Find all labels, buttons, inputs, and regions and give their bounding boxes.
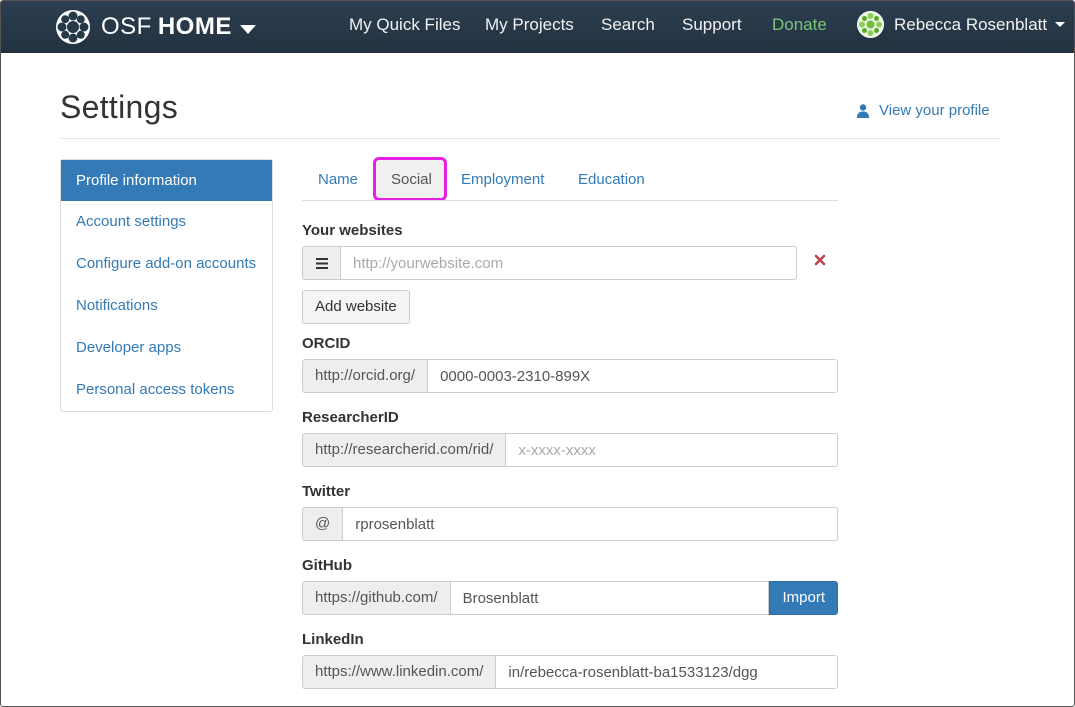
osf-home-menu[interactable]: OSF HOME xyxy=(55,10,256,44)
researcherid-prefix: http://researcherid.com/rid/ xyxy=(302,433,506,467)
linkedin-input-group: https://www.linkedin.com/ xyxy=(302,655,838,689)
view-profile-label: View your profile xyxy=(879,102,990,119)
brand-osf-text: OSF xyxy=(101,13,152,40)
sidebar-item-developer-apps[interactable]: Developer apps xyxy=(61,327,272,369)
user-menu[interactable]: Rebecca Rosenblatt xyxy=(857,11,1066,38)
twitter-prefix: @ xyxy=(302,507,343,541)
nav-search[interactable]: Search xyxy=(601,15,655,35)
website-input-group xyxy=(302,246,797,280)
sidebar-item-personal-access-tokens[interactable]: Personal access tokens xyxy=(61,369,272,411)
github-input[interactable] xyxy=(449,581,770,615)
remove-website-icon[interactable] xyxy=(813,253,827,267)
linkedin-label: LinkedIn xyxy=(302,631,364,648)
nav-support[interactable]: Support xyxy=(682,15,742,35)
sidebar-item-notifications[interactable]: Notifications xyxy=(61,285,272,327)
twitter-label: Twitter xyxy=(302,483,351,500)
hamburger-icon xyxy=(315,257,328,269)
orcid-prefix: http://orcid.org/ xyxy=(302,359,428,393)
github-import-button[interactable]: Import xyxy=(769,581,838,615)
view-profile-link[interactable]: View your profile xyxy=(857,102,990,119)
top-navbar: OSF HOME My Quick Files My Projects Sear… xyxy=(1,1,1074,53)
sidebar-item-configure-add-on-accounts[interactable]: Configure add-on accounts xyxy=(61,243,272,285)
profile-tabs: Name Social Employment Education xyxy=(302,159,838,201)
page-title: Settings xyxy=(60,89,179,125)
settings-sidebar: Profile information Account settings Con… xyxy=(60,159,273,412)
tab-employment[interactable]: Employment xyxy=(445,159,560,201)
website-input[interactable] xyxy=(340,246,797,280)
orcid-label: ORCID xyxy=(302,335,351,352)
github-input-group: https://github.com/ Import xyxy=(302,581,838,615)
orcid-input[interactable] xyxy=(427,359,838,393)
tab-name[interactable]: Name xyxy=(302,159,374,201)
linkedin-input[interactable] xyxy=(495,655,838,689)
linkedin-prefix: https://www.linkedin.com/ xyxy=(302,655,496,689)
osf-logo-icon xyxy=(56,10,90,44)
github-prefix: https://github.com/ xyxy=(302,581,450,615)
researcherid-input[interactable] xyxy=(505,433,838,467)
user-avatar-icon xyxy=(857,11,884,38)
user-icon xyxy=(857,103,869,118)
caret-down-icon xyxy=(1055,22,1066,27)
orcid-input-group: http://orcid.org/ xyxy=(302,359,838,393)
add-website-button[interactable]: Add website xyxy=(302,290,410,324)
twitter-input-group: @ xyxy=(302,507,838,541)
caret-down-icon xyxy=(239,24,256,34)
user-name: Rebecca Rosenblatt xyxy=(894,14,1048,34)
brand-home-text: HOME xyxy=(157,13,232,40)
header-divider xyxy=(60,138,1000,139)
nav-my-quick-files[interactable]: My Quick Files xyxy=(349,15,460,35)
browser-frame: OSF HOME My Quick Files My Projects Sear… xyxy=(0,0,1075,707)
sidebar-item-account-settings[interactable]: Account settings xyxy=(61,201,272,243)
tab-education[interactable]: Education xyxy=(562,159,661,201)
nav-donate[interactable]: Donate xyxy=(772,15,827,35)
researcherid-label: ResearcherID xyxy=(302,409,399,426)
tab-social[interactable]: Social xyxy=(375,159,448,201)
avatar xyxy=(857,11,884,38)
websites-label: Your websites xyxy=(302,222,403,239)
nav-my-projects[interactable]: My Projects xyxy=(485,15,574,35)
researcherid-input-group: http://researcherid.com/rid/ xyxy=(302,433,838,467)
drag-handle[interactable] xyxy=(302,246,340,280)
sidebar-item-profile-information[interactable]: Profile information xyxy=(61,160,272,201)
github-label: GitHub xyxy=(302,557,352,574)
twitter-input[interactable] xyxy=(342,507,838,541)
